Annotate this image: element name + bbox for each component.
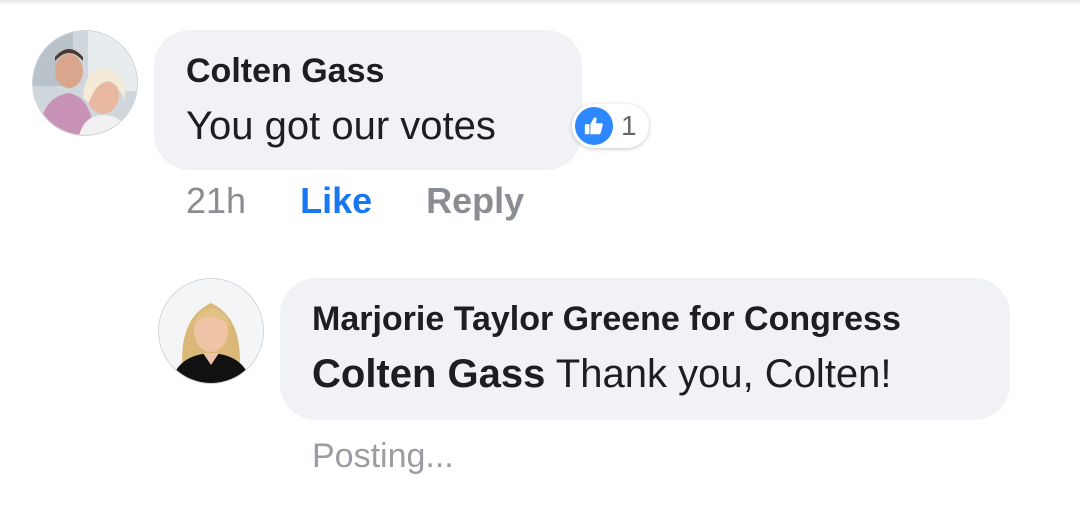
comment-actions: 21h Like Reply xyxy=(186,180,524,222)
commenter-avatar[interactable] xyxy=(32,30,138,136)
comment-bubble: Colten Gass You got our votes xyxy=(154,30,582,170)
reply-message: Thank you, Colten! xyxy=(545,352,892,396)
comment-timestamp[interactable]: 21h xyxy=(186,180,246,222)
top-divider xyxy=(0,0,1080,5)
reply-button[interactable]: Reply xyxy=(426,180,524,222)
reply-text: Colten Gass Thank you, Colten! xyxy=(312,352,892,397)
comment-text: You got our votes xyxy=(186,104,496,148)
reply-author-name[interactable]: Marjorie Taylor Greene for Congress xyxy=(312,300,901,339)
comment-author-name[interactable]: Colten Gass xyxy=(186,52,384,91)
reaction-badge[interactable]: 1 xyxy=(572,104,649,148)
thumbs-up-icon xyxy=(575,107,613,145)
posting-status: Posting... xyxy=(312,437,454,475)
like-button[interactable]: Like xyxy=(300,180,372,222)
comment-thread: Colten Gass You got our votes 1 21h Like… xyxy=(0,0,1080,506)
reaction-count: 1 xyxy=(621,110,637,141)
reply-bubble: Marjorie Taylor Greene for Congress Colt… xyxy=(280,278,1010,420)
mention-link[interactable]: Colten Gass xyxy=(312,352,545,396)
page-avatar[interactable] xyxy=(158,278,264,384)
